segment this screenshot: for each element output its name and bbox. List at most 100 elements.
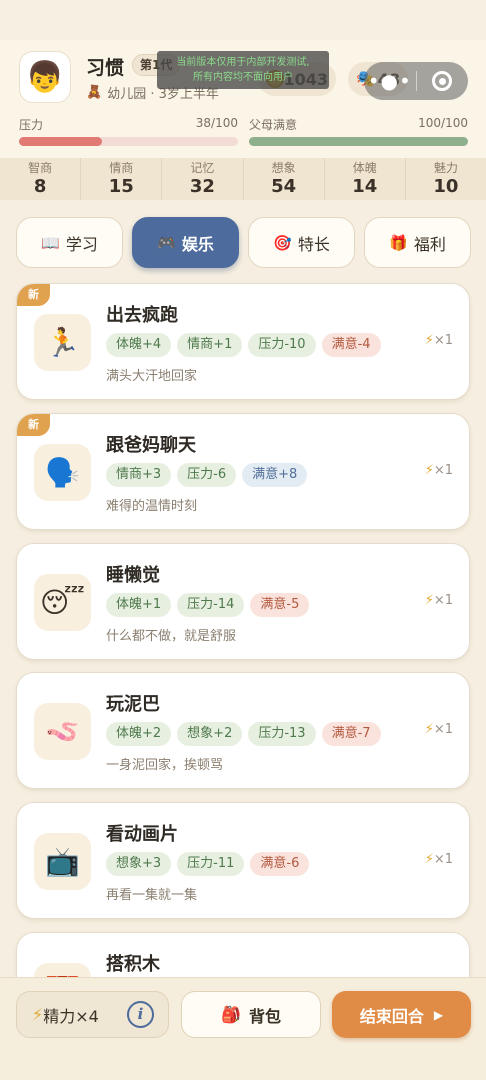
stat-value: 32 (189, 175, 215, 197)
effect-tags: 情商+3 压力-6 满意+8 (106, 463, 308, 487)
stat-value: 54 (271, 175, 297, 197)
activity-card-chat-parents[interactable]: 新 🗣️ 跟爸妈聊天 情商+3 压力-6 满意+8 难得的温情时刻 ⚡×1 (16, 413, 470, 530)
stat-name: 魅力 (433, 160, 458, 175)
info-button[interactable]: i (127, 1001, 154, 1028)
tab-study[interactable]: 📖 学习 (16, 217, 123, 268)
target-icon: 🎯 (273, 233, 292, 252)
teddy-bear-icon: 🧸 (86, 85, 103, 100)
activity-card-sleep-in[interactable]: 😴 睡懒觉 体魄+1 压力-14 满意-5 什么都不做，就是舒服 ⚡×1 (16, 543, 470, 660)
energy-cost: ⚡×1 (425, 722, 453, 737)
television-icon: 📺 (34, 833, 91, 890)
effect-tag: 情商+1 (177, 333, 243, 357)
target-ring-icon (432, 71, 453, 91)
effect-tag: 体魄+1 (106, 593, 172, 617)
stat-iq: 智商 8 (0, 158, 82, 200)
tab-label: 特长 (297, 234, 330, 254)
stat-value: 8 (33, 175, 47, 197)
stat-name: 智商 (28, 160, 53, 175)
close-miniprogram-button[interactable] (416, 71, 468, 91)
energy-cost: ⚡×1 (425, 463, 453, 478)
attribute-stats: 智商 8 情商 15 记忆 32 想象 54 体魄 14 魅力 10 (0, 158, 486, 200)
effect-tags: 体魄+1 压力-14 满意-5 (106, 593, 310, 617)
effect-tag: 压力-6 (177, 463, 237, 487)
activity-title: 搭积木 (106, 954, 160, 975)
activity-desc: 再看一集就一集 (106, 888, 198, 903)
player-header: 👦 习惯 第1代 🧸 幼儿园 · 3岁上半年 1043 🎭 48 •●• 当前版… (0, 40, 486, 158)
effect-tag: 压力-14 (177, 593, 245, 617)
tab-entertainment[interactable]: 🎮 娱乐 (132, 217, 239, 268)
activity-card-watch-cartoons[interactable]: 📺 看动画片 想象+3 压力-11 满意-6 再看一集就一集 ⚡×1 (16, 802, 470, 919)
activity-card-play-mud[interactable]: 🪱 玩泥巴 体魄+2 想象+2 压力-13 满意-7 一身泥回家，挨顿骂 ⚡×1 (16, 672, 470, 789)
cost-value: ×1 (433, 333, 453, 348)
play-arrow-icon: ▶ (433, 1007, 444, 1022)
effect-tags: 体魄+4 情商+1 压力-10 满意-4 (106, 333, 381, 357)
player-name: 习惯 (86, 57, 125, 79)
tab-welfare[interactable]: 🎁 福利 (364, 217, 471, 268)
bottom-action-bar: ⚡ 精力×4 i 🎒 背包 结束回合 ▶ (0, 977, 486, 1080)
satisfaction-value: 100/100 (418, 116, 468, 130)
cost-value: ×1 (433, 593, 453, 608)
effect-tag: 体魄+2 (106, 722, 172, 746)
speaking-head-icon: 🗣️ (34, 444, 91, 501)
dev-notice-line-1: 当前版本仅用于内部开发测试, (176, 57, 310, 68)
lightning-icon: ⚡ (424, 333, 434, 348)
lightning-icon: ⚡ (424, 852, 434, 867)
gift-icon: 🎁 (389, 233, 408, 252)
avatar[interactable]: 👦 (19, 51, 71, 103)
stat-physique: 体魄 14 (325, 158, 406, 200)
worm-icon: 🪱 (34, 703, 91, 760)
tab-label: 学习 (65, 234, 98, 254)
lightning-icon: ⚡ (424, 722, 434, 737)
activity-desc: 满头大汗地回家 (106, 369, 198, 384)
activity-desc: 什么都不做，就是舒服 (106, 629, 237, 644)
lightning-icon: ⚡ (32, 1005, 44, 1024)
energy-cost: ⚡×1 (425, 333, 453, 348)
activity-title: 跟爸妈聊天 (106, 435, 196, 456)
running-person-icon: 🏃 (34, 314, 91, 371)
activity-desc: 难得的温情时刻 (106, 499, 198, 514)
new-badge: 新 (17, 284, 50, 306)
activity-title: 睡懒觉 (106, 565, 160, 586)
energy-display: ⚡ 精力×4 i (16, 991, 169, 1038)
game-controller-icon: 🎮 (157, 233, 176, 252)
dev-notice-line-2: 所有内容均不面向用户 (193, 72, 293, 83)
tab-label: 福利 (413, 234, 446, 254)
effect-tag: 想象+3 (106, 852, 172, 876)
satisfaction-bar (249, 137, 468, 146)
stress-bar-fill (19, 137, 103, 146)
sleeping-face-icon: 😴 (34, 574, 91, 631)
effect-tags: 体魄+2 想象+2 压力-13 满意-7 (106, 722, 381, 746)
cost-value: ×1 (433, 722, 453, 737)
new-badge: 新 (17, 414, 50, 436)
satisfaction-bar-fill (249, 137, 468, 146)
backpack-label: 背包 (248, 1006, 281, 1026)
effect-tag: 满意+8 (242, 463, 308, 487)
effect-tag: 情商+3 (106, 463, 172, 487)
satisfaction-label: 父母满意 (249, 118, 298, 132)
activity-desc: 一身泥回家，挨顿骂 (106, 758, 224, 773)
cost-value: ×1 (433, 463, 453, 478)
stat-imagination: 想象 54 (244, 158, 325, 200)
stress-value: 38/100 (195, 116, 238, 130)
effect-tag: 满意-5 (250, 593, 310, 617)
stress-label: 压力 (19, 118, 44, 132)
effect-tag: 压力-13 (248, 722, 316, 746)
end-turn-label: 结束回合 (359, 1006, 424, 1026)
effect-tag: 压力-11 (177, 852, 245, 876)
effect-tag: 满意-6 (250, 852, 310, 876)
more-menu-button[interactable]: •●• (364, 62, 416, 100)
end-turn-button[interactable]: 结束回合 ▶ (332, 991, 471, 1038)
energy-cost: ⚡×1 (425, 852, 453, 867)
energy-cost: ⚡×1 (425, 593, 453, 608)
stress-bar (19, 137, 238, 146)
lightning-icon: ⚡ (424, 463, 434, 478)
activity-title: 玩泥巴 (106, 694, 160, 715)
stat-charm: 魅力 10 (406, 158, 486, 200)
activity-title: 看动画片 (106, 824, 178, 845)
tab-talent[interactable]: 🎯 特长 (248, 217, 355, 268)
stat-eq: 情商 15 (81, 158, 163, 200)
cost-value: ×1 (433, 852, 453, 867)
top-band (0, 0, 486, 40)
backpack-button[interactable]: 🎒 背包 (181, 991, 321, 1038)
activity-card-run-outside[interactable]: 新 🏃 出去疯跑 体魄+4 情商+1 压力-10 满意-4 满头大汗地回家 ⚡×… (16, 283, 470, 400)
